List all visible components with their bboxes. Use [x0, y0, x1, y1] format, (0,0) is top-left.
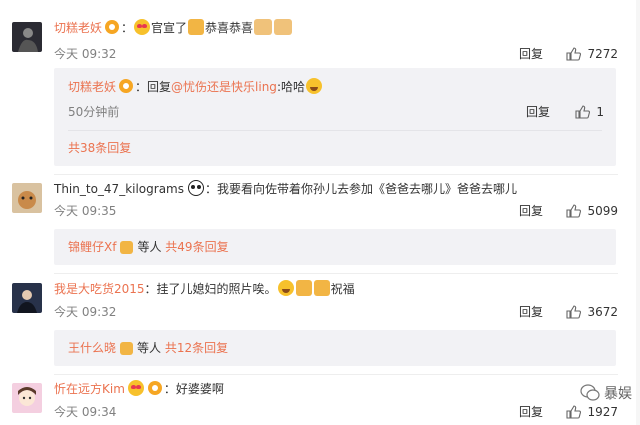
thumbs-up-icon [566, 204, 582, 218]
comment-time: 今天 09:34 [54, 405, 117, 419]
watermark: 暴娱 [580, 383, 632, 403]
like-count: 3672 [587, 305, 618, 319]
couple-emoji-icon [274, 19, 293, 35]
like-button[interactable]: 1927 [566, 404, 618, 420]
heart-eyes-emoji-icon [127, 380, 144, 396]
laughing-emoji-icon [277, 280, 294, 296]
reply-button[interactable]: 回复 [519, 46, 543, 62]
comment-text: ：好婆婆啊 [163, 382, 224, 396]
comment-time: 今天 09:35 [54, 204, 117, 218]
reply-button[interactable]: 回复 [526, 104, 550, 120]
thumbs-up-icon [566, 47, 582, 61]
reply-button[interactable]: 回复 [519, 203, 543, 219]
comment-body: 切糕老妖：官宣了 恭喜恭喜 [54, 19, 293, 37]
divider [54, 374, 618, 375]
username-link[interactable]: 锦鲤仔Xf [68, 240, 116, 254]
medal-icon [120, 342, 134, 355]
reply-button[interactable]: 回复 [519, 404, 543, 420]
more-replies-link[interactable]: 锦鲤仔Xf 等人 共49条回复 [68, 239, 229, 255]
more-replies-link[interactable]: 共38条回复 [68, 140, 131, 156]
like-button[interactable]: 1 [575, 104, 604, 120]
thumbs-up-emoji-icon [188, 19, 205, 35]
vip-badge-icon [105, 20, 120, 34]
laughing-emoji-icon [305, 78, 322, 94]
username-link[interactable]: 我是大吃货2015 [54, 282, 145, 296]
divider [54, 273, 618, 274]
avatar[interactable] [12, 383, 42, 413]
medal-icon [120, 241, 134, 254]
comment-body: 我是大吃货2015：挂了儿媳妇的照片唉。 祝福 [54, 280, 355, 298]
comment-body: Thin_to_47_kilograms ：我要看向佐带着你孙儿去参加《爸爸去哪儿… [54, 180, 517, 198]
comment-body: 忻在远方Kim ：好婆婆啊 [54, 380, 224, 398]
vip-badge-icon [119, 79, 134, 93]
comment-time: 今天 09:32 [54, 305, 117, 319]
like-button[interactable]: 5099 [566, 203, 618, 219]
reply-box: 切糕老妖 ：回复@忧伤还是快乐ling:哈哈 50分钟前 回复 1 共38条回复 [54, 68, 616, 166]
comment-text: ：我要看向佐带着你孙儿去参加《爸爸去哪儿》爸爸去哪儿 [205, 182, 518, 196]
divider [68, 130, 602, 131]
watermark-text: 暴娱 [604, 386, 632, 402]
divider [54, 174, 618, 175]
reply-body: 切糕老妖 ：回复@忧伤还是快乐ling:哈哈 [68, 78, 323, 96]
reply-box: 锦鲤仔Xf 等人 共49条回复 [54, 229, 616, 265]
wechat-icon [580, 384, 600, 401]
like-count: 1927 [587, 405, 618, 419]
couple-emoji-icon [254, 19, 273, 35]
comment-time: 今天 09:32 [54, 47, 117, 61]
username-link[interactable]: 切糕老妖 [54, 21, 102, 35]
like-count: 5099 [587, 204, 618, 218]
panda-emoji-icon [188, 180, 204, 196]
reply-box: 王什么晓 等人 共12条回复 [54, 330, 616, 366]
thumbs-up-icon [566, 405, 582, 419]
avatar[interactable] [12, 283, 42, 313]
comment-text: 祝福 [330, 282, 355, 296]
heart-eyes-emoji-icon [134, 19, 151, 35]
username-link[interactable]: 王什么晓 [68, 341, 116, 355]
like-button[interactable]: 3672 [566, 304, 618, 320]
username-link[interactable]: 切糕老妖 [68, 80, 116, 94]
thumbs-up-icon [575, 105, 591, 119]
reply-button[interactable]: 回复 [519, 304, 543, 320]
like-count: 1 [596, 105, 604, 119]
comment-text: 官宣了 [151, 21, 188, 35]
comment-text: 恭喜恭喜 [205, 21, 254, 35]
thumbs-up-icon [566, 305, 582, 319]
comment-text: ：挂了儿媳妇的照片唉。 [144, 282, 277, 296]
like-count: 7272 [587, 47, 618, 61]
reply-time: 50分钟前 [68, 105, 120, 119]
username-link[interactable]: 忻在远方Kim [54, 382, 125, 396]
avatar[interactable] [12, 183, 42, 213]
avatar[interactable] [12, 22, 42, 52]
username-link[interactable]: Thin_to_47_kilograms [54, 182, 184, 196]
scrollbar[interactable] [636, 0, 640, 425]
mention-link[interactable]: @忧伤还是快乐ling [171, 80, 277, 94]
vip-badge-icon [147, 381, 162, 395]
like-button[interactable]: 7272 [566, 46, 618, 62]
more-replies-link[interactable]: 王什么晓 等人 共12条回复 [68, 340, 228, 356]
thumbs-up-emoji-icon [313, 280, 330, 296]
thumbs-up-emoji-icon [295, 280, 312, 296]
